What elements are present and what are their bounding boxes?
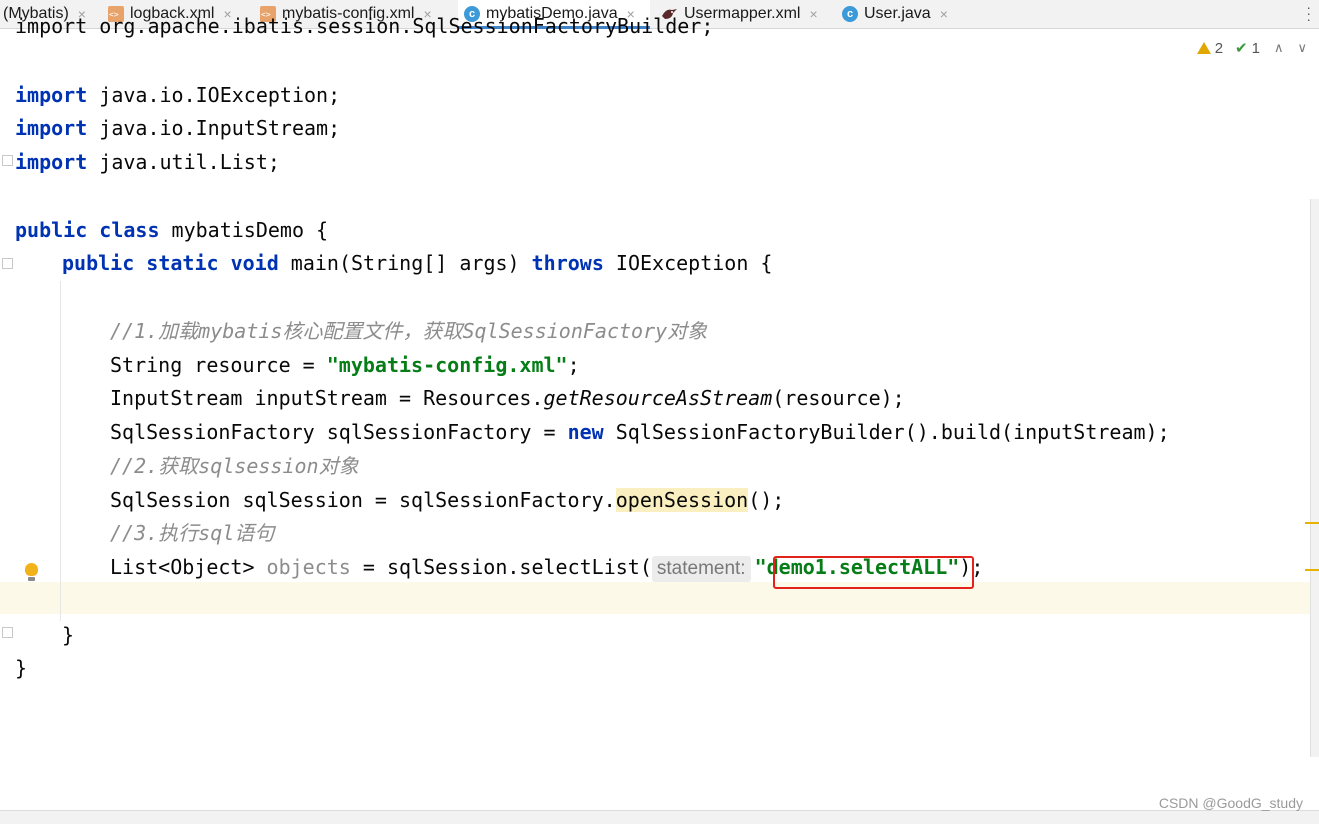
code-line-close-method: } (62, 623, 75, 647)
code-line-resource: String resource = "mybatis-config.xml"; (110, 353, 580, 377)
warning-stripe-marker[interactable] (1305, 522, 1319, 524)
code-comment-1: //1.加载mybatis核心配置文件，获取SqlSessionFactory对… (110, 319, 708, 343)
code-line-inputstream: InputStream inputStream = Resources.getR… (110, 386, 905, 410)
lightbulb-icon[interactable] (25, 563, 38, 581)
status-bar (0, 810, 1319, 824)
code-comment-3: //3.执行sql语句 (110, 521, 275, 545)
code-line-class-declaration: public class mybatisDemo { (15, 218, 329, 242)
check-icon: ✔ (1235, 40, 1248, 57)
java-class-icon: c (842, 6, 858, 22)
code-line-import-factorybuilder: import org.apache.ibatis.session.SqlSess… (15, 14, 714, 38)
fold-marker-icon[interactable] (2, 627, 13, 638)
fold-marker-icon[interactable] (2, 155, 13, 166)
warning-icon (1196, 42, 1211, 54)
tab-label: User.java (864, 5, 931, 22)
close-icon[interactable]: × (940, 6, 948, 22)
close-icon[interactable]: × (809, 6, 817, 22)
code-line-close-class: } (15, 656, 28, 680)
current-line-highlight (0, 582, 1310, 614)
inspection-widget[interactable]: 2 ✔ 1 ∧ ∨ (1196, 39, 1307, 57)
previous-highlight-icon[interactable]: ∧ (1274, 40, 1284, 56)
code-line-import-list: import java.util.List; (15, 150, 280, 174)
warning-stripe-marker[interactable] (1305, 569, 1319, 571)
parameter-hint: statement: (651, 556, 751, 582)
code-editor[interactable]: 2 ✔ 1 ∧ ∨ import org.apache.ibatis.sessi… (0, 14, 1319, 810)
warning-count: 2 (1214, 39, 1224, 57)
code-comment-2: //2.获取sqlsession对象 (110, 454, 359, 478)
more-tabs-icon[interactable]: · · · (1306, 0, 1311, 26)
vertical-scrollbar[interactable] (1310, 199, 1319, 757)
code-line-import-ioexception: import java.io.IOException; (15, 83, 341, 107)
weak-warning-count: 1 (1251, 39, 1260, 57)
code-line-sqlsessionfactory: SqlSessionFactory sqlSessionFactory = ne… (110, 420, 1170, 444)
next-highlight-icon[interactable]: ∨ (1297, 40, 1307, 56)
fold-marker-icon[interactable] (2, 258, 13, 269)
code-line-import-inputstream: import java.io.InputStream; (15, 116, 341, 140)
indent-guide (60, 281, 61, 621)
watermark: CSDN @GoodG_study (1158, 795, 1303, 811)
annotation-highlight-box (773, 556, 974, 589)
tab-user-java[interactable]: c User.java × (842, 0, 957, 28)
code-line-sqlsession: SqlSession sqlSession = sqlSessionFactor… (110, 488, 785, 512)
code-line-main-method: public static void main(String[] args) t… (62, 251, 773, 275)
